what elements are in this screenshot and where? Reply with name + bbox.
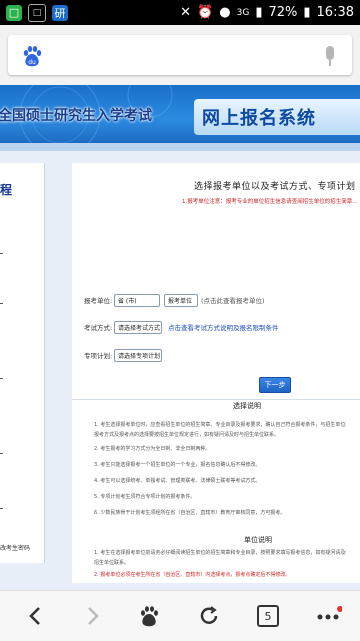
method-link[interactable]: 点击查看考试方式说明及报名限制条件	[168, 322, 279, 332]
unit-select[interactable]: 报考单位	[164, 293, 198, 307]
province-select[interactable]: 省 (市)	[114, 293, 160, 307]
content-title: 选择报考单位以及考试方式、专项计划	[194, 182, 356, 192]
content-warning: 1.报考单位注意：报考专业的单位招生信息请查阅招生单位的招生简章...	[182, 199, 358, 205]
unit-label: 报考单位:	[84, 297, 113, 305]
instruction-line: 6. 少数民族骨干计划考生须经所在省（自治区、直辖市）教育厅审核同意，方可报考。	[94, 510, 286, 516]
sidebar-footer-link[interactable]: 改考生密码	[0, 543, 30, 552]
instruction-line: 3. 考生只能选择报考一个招生单位的一个专业，报名信息确认后不得修改。	[94, 462, 261, 468]
back-icon	[29, 607, 40, 625]
unit-hint: (点击此查看报考单位)	[201, 297, 265, 305]
mic-icon[interactable]	[322, 44, 338, 68]
signal-icon: ▮	[255, 5, 263, 20]
plan-select[interactable]: 请选择专项计划	[114, 348, 162, 362]
method-select[interactable]: 请选择考试方式	[114, 320, 162, 334]
browser-toolbar: du	[0, 25, 360, 85]
web-page[interactable]: 全国硕士研究生入学考试 网上报名系统 程 改考生密码 选择报考单位以及考试方式、…	[0, 85, 360, 590]
plan-row: 专项计划: 请选择专项计划	[84, 347, 162, 363]
baidu-logo-icon[interactable]: du	[20, 44, 44, 68]
menu-icon	[317, 606, 342, 620]
app-badge: 研	[52, 4, 68, 21]
plan-label: 专项计划:	[84, 352, 113, 360]
divider	[72, 399, 360, 400]
browser-bottom-bar: 5	[0, 590, 360, 641]
sidebar-item[interactable]	[0, 453, 3, 454]
unit-note-line: 2. 报考单位必须在考生所在省（自治区、直辖市）内选择考点，报考点确定后不得修改…	[94, 572, 291, 578]
battery-level: 72%	[268, 5, 298, 20]
notification-icon: □	[28, 3, 46, 22]
unit-note-line: 1. 考生在选择报考单位前请务必仔细阅读招生单位的招生简章和专业目录，按照要求填…	[94, 550, 346, 556]
banner-right-title: 网上报名系统	[194, 99, 360, 135]
sidebar-item[interactable]	[0, 378, 3, 379]
mute-icon: ✕	[180, 5, 192, 20]
next-button[interactable]: 下一步	[259, 377, 291, 393]
sidebar-item[interactable]	[0, 303, 3, 304]
instruction-line: 5. 专项计划考生须符合专项计划的报考条件。	[94, 494, 196, 500]
section1-title: 选择说明	[233, 402, 261, 410]
instruction-line: 2. 考生报考的学习方式分为全日制、非全日制两种。	[94, 446, 211, 452]
sidebar: 程 改考生密码	[0, 163, 45, 563]
tabs-icon: 5	[257, 605, 279, 627]
nav-strip	[0, 143, 360, 151]
sidebar-title: 程	[0, 183, 13, 197]
svg-text:du: du	[28, 59, 36, 66]
unit-note-line: 招生单位联系。	[94, 560, 130, 566]
sidebar-item[interactable]	[0, 508, 3, 509]
wifi-icon: ●	[219, 5, 231, 20]
instruction-line: 1. 考生选择报考单位时，应查看招生单位的招生简章、专业目录及报考要求，确认自己…	[94, 422, 346, 428]
battery-icon: ▮	[303, 5, 311, 20]
section2-title: 单位说明	[244, 536, 272, 544]
wechat-icon: □	[6, 4, 22, 21]
menu-button[interactable]	[292, 591, 360, 641]
unit-row: 报考单位: 省 (市) 报考单位 (点击此查看报考单位)	[84, 292, 265, 308]
network-type: 3G	[236, 7, 250, 18]
tab-count: 5	[264, 609, 272, 623]
main-content: 选择报考单位以及考试方式、专项计划 1.报考单位注意：报考专业的单位招生信息请查…	[72, 163, 360, 583]
clock: 16:38	[316, 5, 354, 20]
banner-left-title: 全国硕士研究生入学考试	[0, 108, 152, 124]
status-bar: □ □ 研 ✕ ⏰ ● 3G ▮ 72% ▮ 16:38	[0, 0, 360, 25]
alarm-icon: ⏰	[197, 5, 214, 20]
method-label: 考试方式:	[84, 324, 113, 332]
instruction-line: 4. 考生可以选择统考、单独考试、管理类联考、法律硕士联考等考试方式。	[94, 478, 261, 484]
forward-icon	[88, 607, 99, 625]
page-banner: 全国硕士研究生入学考试 网上报名系统	[0, 85, 360, 143]
method-row: 考试方式: 请选择考试方式 点击查看考试方式说明及报名限制条件	[84, 319, 279, 335]
search-box[interactable]: du	[8, 35, 352, 75]
home-icon	[141, 606, 158, 627]
refresh-icon	[200, 606, 218, 624]
sidebar-item[interactable]	[0, 253, 3, 254]
instruction-line: 报考方式及报考点的选择要按招生单位规定进行，如有疑问请及时与招生单位联系。	[94, 432, 280, 438]
